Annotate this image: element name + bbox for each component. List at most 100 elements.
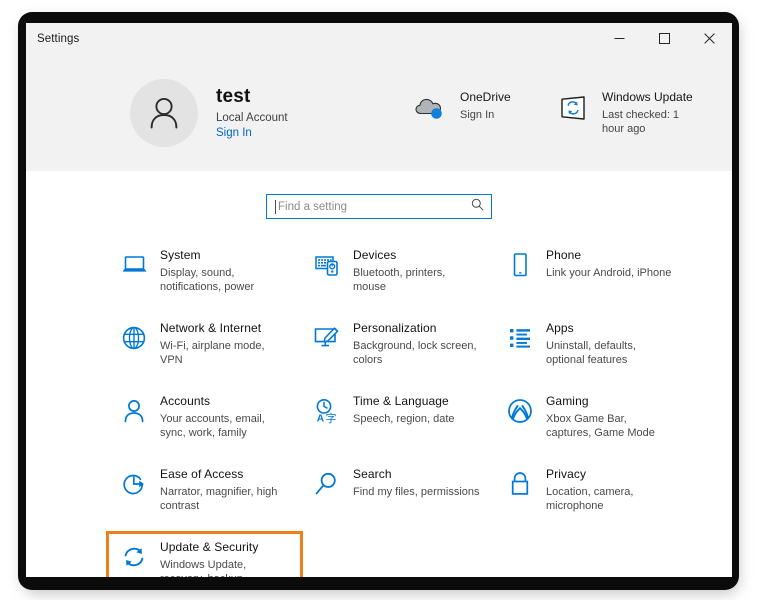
clock-language-icon: A 字 (316, 398, 336, 424)
phone-text: Phone Link your Android, iPhone (546, 247, 671, 280)
tile-network-internet[interactable]: Network & Internet Wi-Fi, airplane mode,… (108, 314, 301, 387)
minimize-icon (614, 38, 625, 39)
network-text: Network & Internet Wi-Fi, airplane mode,… (160, 320, 288, 368)
person-avatar-icon (150, 97, 178, 128)
network-icon-wrap (115, 321, 153, 355)
tile-title: Phone (546, 248, 582, 262)
devices-keyboard-icon (315, 256, 338, 276)
tile-phone[interactable]: Phone Link your Android, iPhone (494, 241, 687, 314)
tile-title: Update & Security (160, 540, 259, 554)
windows-update-subtitle: Last checked: 1 hour ago (602, 108, 680, 136)
tile-title: Privacy (546, 467, 587, 481)
gaming-icon-wrap (501, 394, 539, 428)
tile-system[interactable]: System Display, sound, notifications, po… (108, 241, 301, 314)
update-security-refresh-icon (124, 547, 144, 567)
title-bar: Settings (26, 23, 732, 54)
tile-subtitle: Display, sound, notifications, power (160, 266, 255, 294)
tile-subtitle: Link your Android, iPhone (546, 266, 672, 279)
search-icon-wrap[interactable] (471, 198, 484, 216)
onedrive-title: OneDrive (460, 90, 511, 104)
tile-title: Search (353, 467, 392, 481)
minimize-button[interactable] (597, 23, 642, 54)
tile-subtitle: Windows Update, recovery, backup (160, 558, 247, 577)
tile-update-security[interactable]: Update & Security Windows Update, recove… (106, 531, 303, 577)
accounts-icon-wrap (115, 394, 153, 428)
windows-update-icon-wrap (556, 92, 592, 124)
tile-title: Time & Language (353, 394, 449, 408)
header-item-onedrive[interactable]: OneDrive Sign In (414, 90, 511, 124)
tile-ease-of-access[interactable]: Ease of Access Narrator, magnifier, high… (108, 460, 301, 533)
account-header-band: test Local Account Sign In OneDrive Sign… (26, 54, 732, 171)
tile-subtitle: Xbox Game Bar, captures, Game Mode (546, 412, 655, 440)
tile-subtitle: Location, camera, microphone (546, 485, 634, 513)
search-tile-icon-wrap (308, 467, 346, 501)
tile-subtitle: Background, lock screen, colors (353, 339, 477, 367)
tile-gaming[interactable]: Gaming Xbox Game Bar, captures, Game Mod… (494, 387, 687, 460)
header-item-windows-update[interactable]: Windows Update Last checked: 1 hour ago (556, 90, 698, 137)
laptop-icon (122, 256, 146, 272)
ease-of-access-icon-wrap (115, 467, 153, 501)
windows-update-title: Windows Update (602, 90, 693, 104)
xbox-gaming-icon (508, 399, 532, 423)
personalization-text: Personalization Background, lock screen,… (353, 320, 481, 368)
ease-of-access-text: Ease of Access Narrator, magnifier, high… (160, 466, 288, 514)
account-name: test (216, 85, 251, 107)
tile-search[interactable]: Search Find my files, permissions (301, 460, 494, 533)
update-security-text: Update & Security Windows Update, recove… (160, 539, 288, 577)
phone-icon (513, 253, 527, 277)
tile-title: Gaming (546, 394, 589, 408)
onedrive-status-dot (431, 108, 442, 119)
maximize-icon (659, 33, 670, 44)
tile-title: System (160, 248, 201, 262)
globe-icon (122, 326, 146, 350)
tile-devices[interactable]: Devices Bluetooth, printers, mouse (301, 241, 494, 314)
tile-accounts[interactable]: Accounts Your accounts, email, sync, wor… (108, 387, 301, 460)
close-button[interactable] (687, 23, 732, 54)
gaming-text: Gaming Xbox Game Bar, captures, Game Mod… (546, 393, 674, 441)
account-sign-in-link[interactable]: Sign In (216, 126, 288, 140)
system-text: System Display, sound, notifications, po… (160, 247, 288, 295)
tile-apps[interactable]: Apps Uninstall, defaults, optional featu… (494, 314, 687, 387)
search-row (26, 194, 732, 219)
onedrive-subtitle: Sign In (460, 108, 495, 121)
account-summary[interactable]: test Local Account Sign In (130, 78, 288, 147)
svg-text:字: 字 (325, 411, 336, 424)
settings-window: Settings test Local Account Sign In OneD… (26, 23, 732, 577)
personalization-brush-icon (314, 327, 339, 347)
tile-title: Accounts (160, 394, 211, 408)
maximize-button[interactable] (642, 23, 687, 54)
search-magnifier-icon (315, 472, 336, 495)
apps-icon-wrap (501, 321, 539, 355)
windows-update-sync-icon (561, 96, 585, 120)
onedrive-text: OneDrive Sign In (460, 90, 511, 122)
account-text: test Local Account Sign In (216, 85, 288, 141)
privacy-icon-wrap (501, 467, 539, 501)
windows-update-text: Windows Update Last checked: 1 hour ago (602, 90, 698, 137)
apps-list-icon (510, 329, 530, 348)
time-language-text: Time & Language Speech, region, date (353, 393, 455, 426)
ease-of-access-clock-arrow-icon (123, 474, 144, 495)
tile-subtitle: Uninstall, defaults, optional features (546, 339, 636, 367)
search-icon (471, 198, 484, 211)
lock-icon (511, 472, 529, 495)
tile-personalization[interactable]: Personalization Background, lock screen,… (301, 314, 494, 387)
accounts-text: Accounts Your accounts, email, sync, wor… (160, 393, 288, 441)
tile-subtitle: Your accounts, email, sync, work, family (160, 412, 265, 440)
privacy-text: Privacy Location, camera, microphone (546, 466, 674, 514)
apps-text: Apps Uninstall, defaults, optional featu… (546, 320, 674, 368)
onedrive-icon-wrap (414, 92, 450, 124)
update-security-icon-wrap (115, 540, 153, 574)
search-input[interactable] (278, 200, 471, 213)
tile-privacy[interactable]: Privacy Location, camera, microphone (494, 460, 687, 533)
tile-subtitle: Bluetooth, printers, mouse (353, 266, 446, 294)
avatar (130, 78, 198, 147)
tile-title: Apps (546, 321, 574, 335)
search-tile-text: Search Find my files, permissions (353, 466, 480, 499)
text-caret (275, 199, 276, 214)
tile-subtitle: Find my files, permissions (353, 485, 480, 498)
tile-time-language[interactable]: A 字 Time & Language Speech, region, date (301, 387, 494, 460)
personalization-icon-wrap (308, 321, 346, 355)
system-icon-wrap (115, 248, 153, 282)
search-box[interactable] (266, 194, 492, 219)
close-icon (704, 33, 715, 44)
